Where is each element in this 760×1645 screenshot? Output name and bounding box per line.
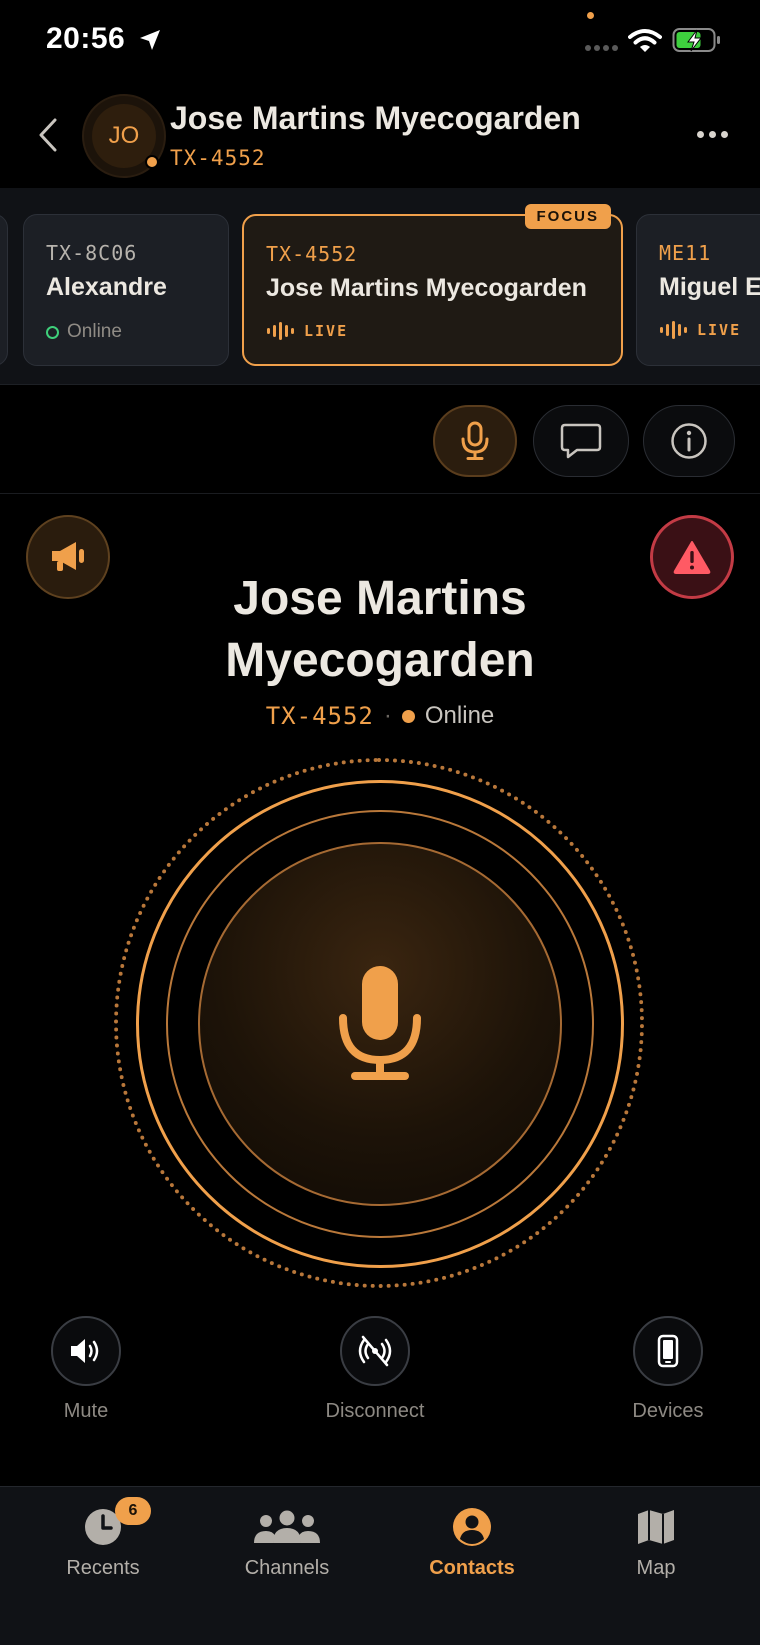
channel-id: ME11	[659, 241, 712, 265]
more-options-button[interactable]	[690, 122, 734, 146]
contact-subtitle: TX-4552 · Online	[130, 702, 630, 730]
disconnect-button[interactable]	[340, 1316, 410, 1386]
devices-label: Devices	[632, 1400, 704, 1422]
status-time: 20:56	[46, 22, 126, 55]
channel-strip[interactable]: TX-8C06 Alexandre Online FOCUS TX-4552 J…	[0, 188, 760, 385]
channel-id: TX-8C06	[46, 241, 138, 265]
location-arrow-icon	[140, 30, 160, 50]
channel-card-partial[interactable]	[0, 214, 8, 366]
contact-id: TX-4552	[265, 702, 374, 730]
info-button[interactable]	[643, 405, 735, 477]
phone-icon	[657, 1334, 679, 1368]
tab-channels[interactable]: Channels	[207, 1501, 367, 1580]
cellular-signal-icon	[585, 45, 618, 51]
tab-label: Contacts	[429, 1557, 515, 1579]
mic-icon	[339, 966, 421, 1080]
mute-control[interactable]: Mute	[6, 1316, 166, 1423]
mute-label: Mute	[63, 1400, 109, 1422]
more-dot	[708, 130, 716, 138]
presence-dot	[145, 155, 159, 169]
chat-button[interactable]	[533, 405, 629, 477]
battery-charging-icon	[672, 28, 720, 52]
waveform-icon	[267, 322, 294, 340]
focus-badge: FOCUS	[524, 204, 611, 229]
map-icon	[638, 1510, 674, 1544]
channel-card-active[interactable]: FOCUS TX-4552 Jose Martins Myecogarden L…	[242, 204, 623, 366]
disconnect-label: Disconnect	[325, 1400, 425, 1422]
chevron-left-icon	[39, 118, 57, 152]
person-circle-icon	[453, 1508, 491, 1546]
speaker-icon	[71, 1339, 99, 1363]
channel-card[interactable]: TX-8C06 Alexandre Online	[23, 214, 229, 366]
contact-name-line1: Jose Martins	[233, 572, 527, 625]
group-icon	[254, 1510, 320, 1543]
waveform-icon	[660, 321, 687, 339]
status-dot	[401, 709, 415, 723]
tab-label: Recents	[66, 1557, 140, 1579]
broadcast-button[interactable]	[26, 515, 110, 599]
antenna-off-icon	[358, 1335, 392, 1367]
divider	[0, 493, 760, 494]
tab-label: Map	[636, 1557, 676, 1579]
tab-contacts[interactable]: Contacts	[392, 1501, 552, 1580]
mute-button[interactable]	[51, 1316, 121, 1386]
mic-icon	[461, 421, 489, 460]
avatar-initials: JO	[108, 122, 140, 149]
devices-button[interactable]	[633, 1316, 703, 1386]
recording-indicator-dot	[587, 12, 594, 19]
tab-recents[interactable]: 6 Recents	[23, 1497, 183, 1580]
tab-label: Channels	[244, 1557, 330, 1579]
more-dot	[696, 130, 704, 138]
contact-id: TX-4552	[170, 146, 266, 170]
contact-name: Jose Martins Myecogarden	[130, 568, 630, 692]
recents-count-badge: 6	[115, 1497, 151, 1525]
separator: ·	[383, 702, 392, 729]
devices-control[interactable]: Devices	[588, 1316, 748, 1423]
megaphone-icon	[52, 542, 84, 571]
more-dot	[720, 130, 728, 138]
channel-name: Alexandre	[46, 273, 167, 301]
chat-icon	[560, 423, 602, 459]
channel-status: Online	[67, 321, 122, 342]
tab-bar: 6 Recents Channels Contacts Map	[0, 1486, 760, 1645]
channel-card[interactable]: ME11 Miguel E LIVE	[636, 214, 760, 366]
wifi-icon	[628, 29, 662, 52]
page-title: Jose Martins Myecogarden	[170, 100, 581, 136]
tab-map[interactable]: Map	[576, 1501, 736, 1580]
live-label: LIVE	[304, 322, 349, 340]
contact-name-line2: Myecogarden	[225, 634, 535, 687]
channel-id: TX-4552	[266, 242, 358, 266]
voice-mode-button[interactable]	[433, 405, 517, 477]
channel-name: Miguel E	[659, 273, 760, 301]
online-status-icon	[46, 325, 59, 339]
emergency-alert-button[interactable]	[650, 515, 734, 599]
disconnect-control[interactable]: Disconnect	[295, 1316, 455, 1423]
back-button[interactable]	[30, 112, 66, 158]
info-icon	[671, 423, 707, 459]
warning-icon	[673, 541, 711, 574]
live-label: LIVE	[697, 321, 742, 339]
contact-status: Online	[424, 702, 495, 729]
channel-name: Jose Martins Myecogarden	[266, 274, 587, 302]
